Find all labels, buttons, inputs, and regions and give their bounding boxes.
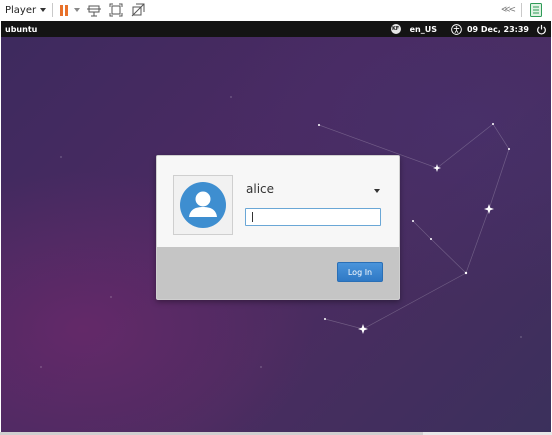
player-menu-label: Player [5, 4, 37, 16]
chevron-down-icon [40, 8, 47, 12]
user-selector-chevron-down-icon[interactable] [374, 189, 380, 193]
notes-icon[interactable] [528, 2, 544, 18]
text-cursor [252, 212, 253, 222]
accessibility-icon[interactable] [451, 23, 462, 35]
player-toolbar: Player ≪< [0, 0, 552, 20]
toolbar-divider [521, 3, 522, 17]
fit-guest-icon[interactable] [108, 2, 124, 18]
player-menu[interactable]: Player [5, 4, 47, 16]
user-avatar-icon [180, 182, 226, 228]
pause-icon[interactable] [60, 4, 69, 16]
toolbar-divider [52, 3, 54, 17]
login-card-header: alice [157, 156, 399, 247]
username-label: alice [246, 182, 275, 196]
log-in-button[interactable]: Log In [337, 262, 383, 282]
clock[interactable]: 09 Dec, 23:39 [467, 25, 529, 34]
double-arrow-icon[interactable]: ≪< [501, 5, 516, 15]
hostname-label: ubuntu [5, 24, 38, 34]
login-card-footer: Log In [157, 247, 399, 299]
guest-screen: ubuntu KF en_US 09 Dec, 23:39 alice Log … [1, 21, 551, 432]
locale-indicator[interactable]: en_US [410, 25, 437, 34]
password-field[interactable] [245, 208, 381, 226]
login-dialog: alice Log In [156, 155, 400, 300]
keyboard-indicator[interactable]: KF [390, 24, 401, 34]
chevron-down-icon[interactable] [74, 8, 81, 12]
send-ctrl-alt-del-icon[interactable] [86, 2, 102, 18]
power-icon[interactable] [536, 24, 547, 35]
unity-mode-icon[interactable] [130, 2, 146, 18]
top-panel: ubuntu KF en_US 09 Dec, 23:39 [1, 21, 551, 37]
avatar [173, 175, 233, 235]
